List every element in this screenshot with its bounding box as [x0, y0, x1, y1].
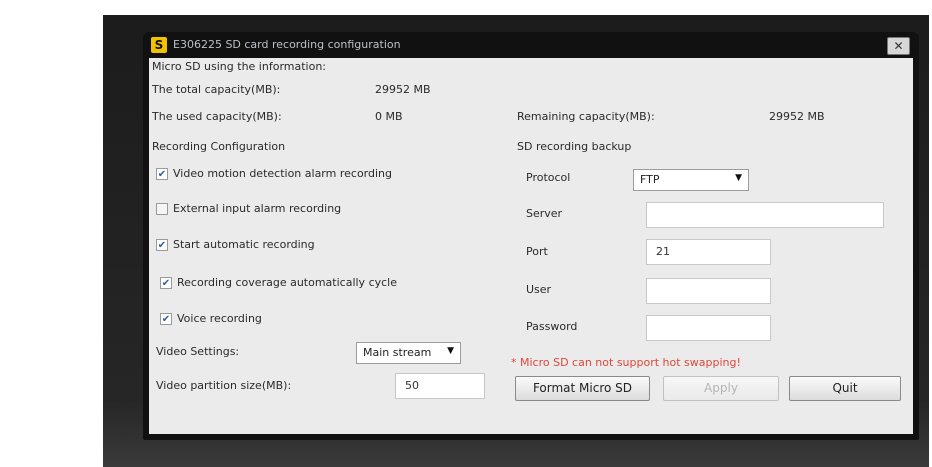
port-label: Port: [526, 245, 548, 258]
motion-alarm-checkbox[interactable]: ✔: [156, 168, 168, 180]
cycle-recording-checkbox[interactable]: ✔: [160, 277, 172, 289]
backup-heading: SD recording backup: [517, 140, 632, 153]
port-input[interactable]: 21: [646, 239, 771, 265]
voice-recording-label: Voice recording: [177, 312, 262, 325]
partition-size-label: Video partition size(MB):: [156, 379, 292, 392]
total-capacity-value: 29952 MB: [375, 83, 431, 96]
server-input[interactable]: [646, 202, 884, 228]
voice-recording-checkbox[interactable]: ✔: [160, 313, 172, 325]
protocol-label: Protocol: [526, 171, 571, 184]
user-label: User: [526, 283, 552, 296]
motion-alarm-label: Video motion detection alarm recording: [173, 167, 393, 180]
partition-size-input[interactable]: 50: [395, 373, 485, 399]
quit-button[interactable]: Quit: [789, 376, 901, 401]
video-settings-select[interactable]: Main stream ▼: [356, 342, 461, 364]
used-capacity-value: 0 MB: [375, 110, 403, 123]
external-alarm-label: External input alarm recording: [173, 202, 342, 215]
app-icon: S: [151, 37, 167, 53]
total-capacity-label: The total capacity(MB):: [152, 83, 281, 96]
apply-button[interactable]: Apply: [663, 376, 779, 401]
sd-info-heading: Micro SD using the information:: [152, 60, 327, 73]
protocol-select[interactable]: FTP ▼: [633, 169, 749, 191]
remaining-capacity-label: Remaining capacity(MB):: [517, 110, 655, 123]
recording-config-heading: Recording Configuration: [152, 140, 286, 153]
user-input[interactable]: [646, 278, 771, 304]
window-title: E306225 SD card recording configuration: [173, 38, 401, 51]
protocol-value: FTP: [640, 173, 660, 186]
cycle-recording-label: Recording coverage automatically cycle: [177, 276, 397, 289]
video-settings-value: Main stream: [363, 346, 432, 359]
close-button[interactable]: ✕: [887, 37, 910, 55]
server-label: Server: [526, 207, 563, 220]
hot-swap-warning: * Micro SD can not support hot swapping!: [511, 356, 741, 369]
password-label: Password: [526, 320, 578, 333]
password-input[interactable]: [646, 315, 771, 341]
auto-recording-label: Start automatic recording: [173, 238, 315, 251]
video-settings-label: Video Settings:: [156, 345, 240, 358]
chevron-down-icon: ▼: [447, 346, 454, 356]
external-alarm-checkbox[interactable]: ✔: [156, 203, 168, 215]
remaining-capacity-value: 29952 MB: [769, 110, 825, 123]
sd-recording-dialog: S E306225 SD card recording configuratio…: [143, 32, 919, 440]
used-capacity-label: The used capacity(MB):: [152, 110, 282, 123]
title-bar[interactable]: S E306225 SD card recording configuratio…: [143, 32, 919, 58]
auto-recording-checkbox[interactable]: ✔: [156, 239, 168, 251]
format-sd-button[interactable]: Format Micro SD: [515, 376, 650, 401]
chevron-down-icon: ▼: [735, 173, 742, 183]
dialog-body: Micro SD using the information: The tota…: [149, 58, 913, 434]
